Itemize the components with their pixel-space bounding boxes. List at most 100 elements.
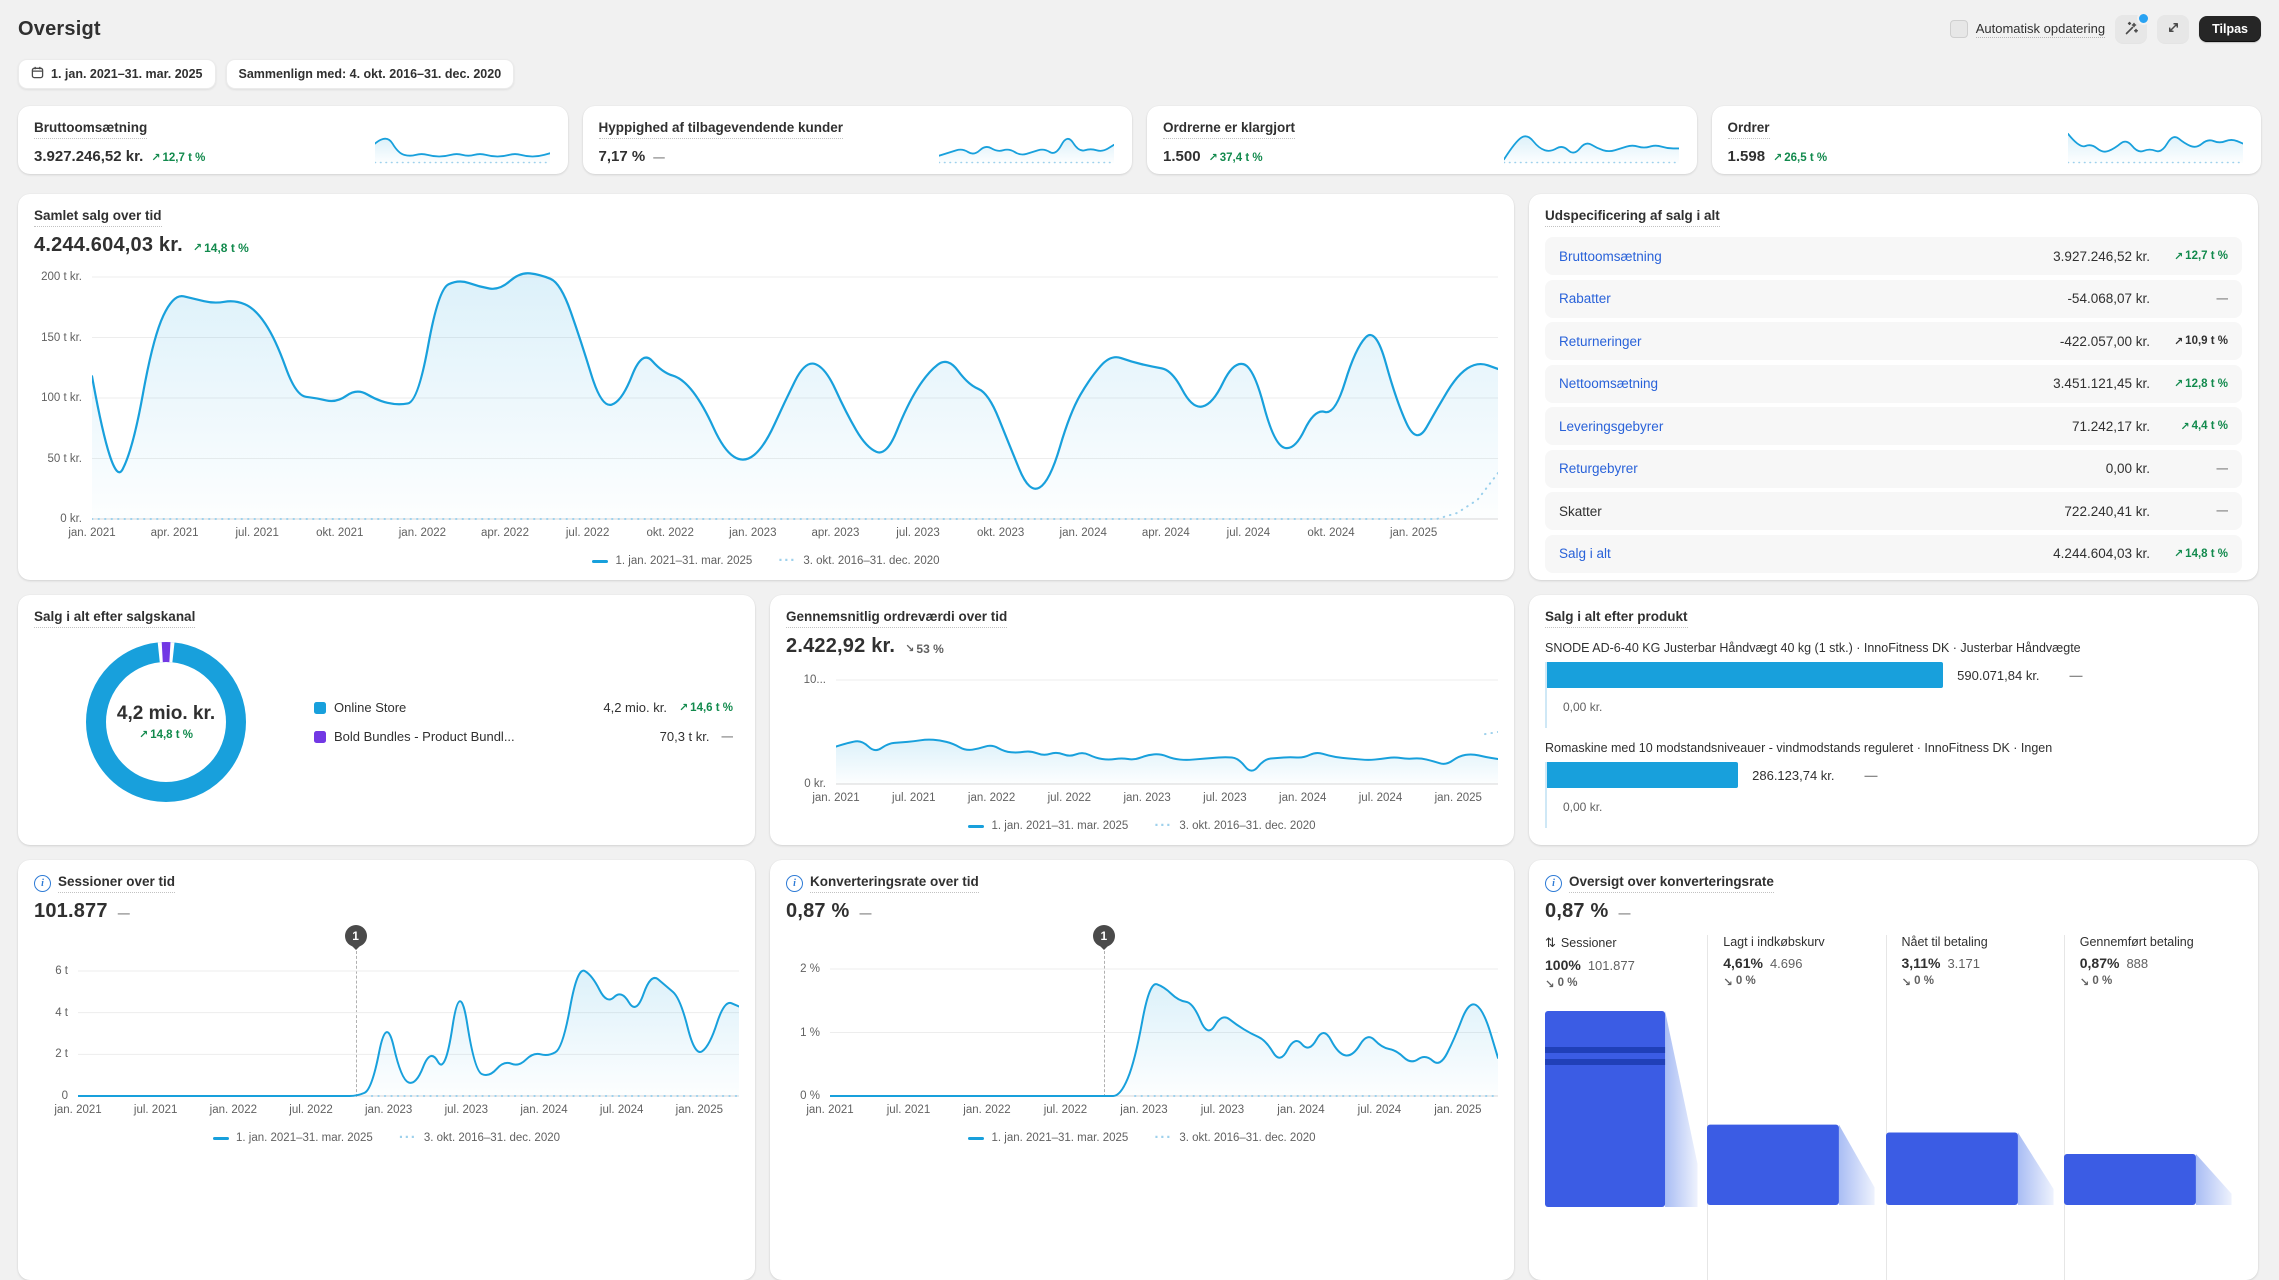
row-label-link[interactable]: Rabatter (1559, 291, 2067, 306)
channel-legend-item[interactable]: Online Store 4,2 mio. kr. ↗14,6 t % (314, 700, 733, 715)
row-label-link[interactable]: Returneringer (1559, 334, 2060, 349)
table-row[interactable]: Rabatter -54.068,07 kr. — (1545, 280, 2242, 318)
channel-legend-item[interactable]: Bold Bundles - Product Bundl... 70,3 t k… (314, 729, 733, 744)
expand-icon (2166, 20, 2181, 38)
aov-chart[interactable] (836, 672, 1498, 785)
expand-button[interactable] (2157, 15, 2189, 43)
info-icon[interactable]: i (786, 875, 803, 892)
row-value: -54.068,07 kr. (2067, 291, 2150, 306)
previous-period-swatch: ··· (1154, 822, 1172, 830)
chart-legend: 1. jan. 2021–31. mar. 2025 ···3. okt. 20… (34, 555, 1498, 567)
auto-update-toggle[interactable]: Automatisk opdatering (1950, 20, 2105, 38)
auto-update-label: Automatisk opdatering (1976, 21, 2105, 38)
table-row[interactable]: Returgebyrer 0,00 kr. — (1545, 450, 2242, 488)
kpi-delta: ↗37,4 t % (1209, 151, 1263, 164)
auto-update-checkbox[interactable] (1950, 20, 1968, 38)
channel-legend: Online Store 4,2 mio. kr. ↗14,6 t % Bold… (314, 700, 733, 744)
date-range-label: 1. jan. 2021–31. mar. 2025 (51, 67, 203, 81)
funnel-delta: — (1618, 906, 1630, 920)
funnel-bar[interactable] (1886, 1005, 2064, 1205)
sales-by-product-card: Salg i alt efter produkt SNODE AD-6-40 K… (1529, 595, 2258, 845)
sessions-title: Sessioner over tid (58, 873, 175, 893)
row-label-link[interactable]: Returgebyrer (1559, 461, 2106, 476)
kpi-card-orders-fulfilled[interactable]: Ordrerne er klargjort 1.500 ↗37,4 t % (1147, 106, 1697, 174)
row-label-link[interactable]: Leveringsgebyrer (1559, 419, 2072, 434)
table-row[interactable]: Returneringer -422.057,00 kr. ↗10,9 t % (1545, 322, 2242, 360)
funnel-bar[interactable] (1545, 1007, 1707, 1207)
funnel-bar[interactable] (1707, 1005, 1885, 1205)
sessions-delta: — (118, 906, 130, 920)
page-title: Oversigt (18, 18, 101, 41)
donut-center-delta: ↗14,8 t % (139, 728, 193, 741)
row-delta: ↗10,9 t % (2150, 335, 2228, 348)
date-range-button[interactable]: 1. jan. 2021–31. mar. 2025 (18, 59, 216, 89)
channel-donut-chart[interactable]: 4,2 mio. kr. ↗14,8 t % (76, 632, 256, 812)
conversion-rate-card: i Konverteringsrate over tid 0,87 % — 2 … (770, 860, 1514, 1280)
funnel-stage-sessions: ⇅Sessioner 100%101.877 ↘0 % (1545, 935, 1707, 1280)
donut-center: 4,2 mio. kr. ↗14,8 t % (76, 632, 256, 812)
kpi-value: 1.598 (1728, 148, 1766, 165)
notification-dot (2137, 12, 2150, 25)
table-row[interactable]: Salg i alt 4.244.604,03 kr. ↗14,8 t % (1545, 535, 2242, 573)
product-delta: — (2070, 668, 2083, 683)
customize-button[interactable]: Tilpas (2199, 16, 2261, 42)
kpi-sparkline (1504, 124, 1679, 164)
channel-swatch-online-store (314, 702, 326, 714)
aov-value: 2.422,92 kr. (786, 635, 895, 658)
funnel-title: Oversigt over konverteringsrate (1569, 873, 1774, 893)
table-row[interactable]: Nettoomsætning 3.451.121,45 kr. ↗12,8 t … (1545, 365, 2242, 403)
sessions-chart[interactable]: 1 (78, 957, 739, 1097)
previous-period-swatch: ··· (1154, 1134, 1172, 1142)
funnel-bar[interactable] (2064, 1005, 2242, 1205)
row-value: 3.927.246,52 kr. (2053, 249, 2150, 264)
aov-y-axis: 10...0 kr. (786, 672, 836, 785)
sessions-value: 101.877 (34, 900, 108, 923)
chart-legend: 1. jan. 2021–31. mar. 2025 ···3. okt. 20… (786, 1132, 1498, 1144)
info-icon[interactable]: i (1545, 875, 1562, 892)
annotation-marker[interactable]: 1 (1093, 925, 1115, 947)
analytics-dashboard: Oversigt Automatisk opdatering Tilpas (0, 0, 2279, 1280)
current-period-swatch (968, 825, 984, 828)
channel-value: 70,3 t kr. (660, 729, 710, 744)
product-item: Romaskine med 10 modstandsniveauer - vin… (1545, 741, 2242, 828)
kpi-sparkline (2068, 124, 2243, 164)
row-value: -422.057,00 kr. (2060, 334, 2150, 349)
kpi-delta: — (653, 152, 665, 164)
row-label-link[interactable]: Salg i alt (1559, 546, 2053, 561)
row-label-link[interactable]: Nettoomsætning (1559, 376, 2053, 391)
total-sales-card: Samlet salg over tid 4.244.604,03 kr. ↗1… (18, 194, 1514, 580)
row-label-link[interactable]: Bruttoomsætning (1559, 249, 2053, 264)
magic-button[interactable] (2115, 15, 2147, 43)
row-delta: — (2150, 293, 2228, 305)
compare-range-button[interactable]: Sammenlign med: 4. okt. 2016–31. dec. 20… (226, 59, 515, 89)
calendar-icon (31, 66, 44, 82)
topbar: Oversigt Automatisk opdatering Tilpas (18, 12, 2261, 46)
sessions-y-axis: 6 t4 t2 t0 (34, 957, 78, 1097)
total-sales-chart[interactable] (92, 265, 1498, 520)
product-compare-value: 0,00 kr. (1547, 688, 2242, 728)
product-bar[interactable] (1547, 762, 1738, 788)
product-label: SNODE AD-6-40 KG Justerbar Håndvægt 40 k… (1545, 641, 2242, 655)
total-sales-title: Samlet salg over tid (34, 207, 162, 227)
product-label: Romaskine med 10 modstandsniveauer - vin… (1545, 741, 2242, 755)
conversion-chart[interactable]: 1 (830, 957, 1498, 1097)
annotation-marker[interactable]: 1 (345, 925, 367, 947)
table-row[interactable]: Leveringsgebyrer 71.242,17 kr. ↗4,4 t % (1545, 407, 2242, 445)
product-value: 286.123,74 kr. (1752, 768, 1834, 783)
info-icon[interactable]: i (34, 875, 51, 892)
kpi-card-gross-sales[interactable]: Bruttoomsætning 3.927.246,52 kr. ↗12,7 t… (18, 106, 568, 174)
conversion-delta: — (859, 906, 871, 920)
product-bar[interactable] (1547, 662, 1943, 688)
kpi-card-returning-customer-rate[interactable]: Hyppighed af tilbagevendende kunder 7,17… (583, 106, 1133, 174)
row-delta: ↗4,4 t % (2150, 420, 2228, 433)
row-delta: — (2150, 505, 2228, 517)
table-row[interactable]: Skatter 722.240,41 kr. — (1545, 492, 2242, 530)
kpi-value: 7,17 % (599, 148, 646, 165)
row-delta: ↗14,8 t % (2150, 547, 2228, 560)
kpi-title: Hyppighed af tilbagevendende kunder (599, 119, 844, 139)
table-row[interactable]: Bruttoomsætning 3.927.246,52 kr. ↗12,7 t… (1545, 237, 2242, 275)
aov-title: Gennemsnitlig ordreværdi over tid (786, 608, 1007, 628)
kpi-card-orders[interactable]: Ordrer 1.598 ↗26,5 t % (1712, 106, 2262, 174)
channel-delta: ↗14,6 t % (679, 701, 733, 714)
aov-x-axis: jan. 2021jul. 2021jan. 2022jul. 2022jan.… (836, 792, 1498, 807)
